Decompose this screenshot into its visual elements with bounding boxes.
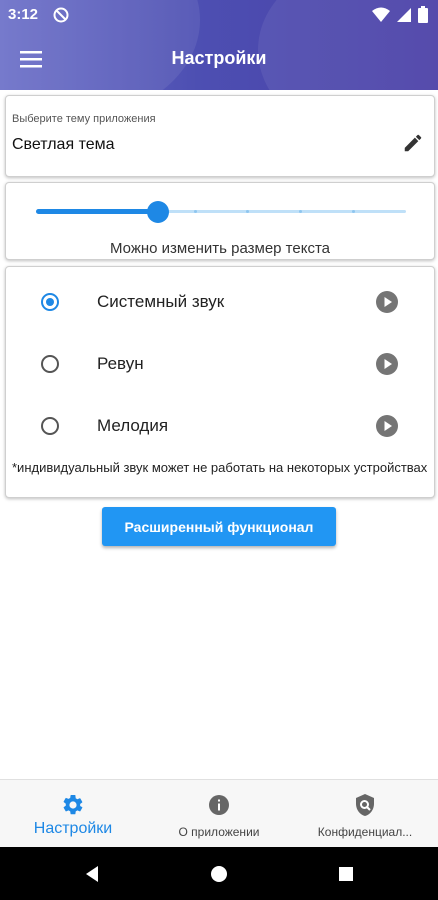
nav-label: О приложении (178, 825, 260, 839)
nav-item-about[interactable]: О приложении (146, 780, 292, 848)
sound-option-melody[interactable]: Мелодия (6, 409, 434, 449)
page-title: Настройки (171, 48, 267, 68)
nav-label: Настройки (33, 820, 113, 837)
sound-label: Ревун (97, 354, 144, 373)
status-bar: 3:12 (0, 0, 438, 30)
play-icon[interactable] (375, 414, 399, 438)
status-time: 3:12 (8, 6, 39, 23)
sound-option-revun[interactable]: Ревун (6, 347, 434, 387)
sound-label: Мелодия (97, 416, 169, 435)
nav-item-privacy[interactable]: Конфиденциал... (292, 780, 438, 848)
sound-option-system[interactable]: Системный звук (6, 285, 434, 325)
privacy-shield-icon (356, 794, 374, 816)
theme-value: Светлая тема (12, 136, 115, 153)
gear-icon (63, 794, 83, 815)
slider-step-dot (193, 210, 197, 213)
radio-button[interactable] (41, 417, 59, 435)
battery-icon (418, 6, 428, 23)
theme-label: Выберите тему приложения (12, 113, 156, 125)
slider-thumb[interactable] (147, 201, 170, 223)
system-navigation-bar (0, 847, 438, 900)
sound-note: *индивидуальный звук может не работать н… (12, 460, 428, 475)
nav-item-settings[interactable]: Настройки (0, 780, 146, 848)
advanced-features-button[interactable]: Расширенный функционал (102, 507, 336, 546)
text-size-card: Можно изменить размер текста (5, 182, 435, 260)
theme-selector[interactable]: Выберите тему приложения Светлая тема (5, 95, 435, 177)
wifi-icon (372, 7, 390, 22)
bottom-navigation: Настройки О приложении Конфиденциал... (0, 779, 438, 848)
sound-label: Системный звук (97, 292, 225, 311)
play-icon[interactable] (375, 352, 399, 376)
text-size-slider[interactable] (36, 201, 406, 223)
text-size-caption: Можно изменить размер текста (110, 240, 330, 257)
nav-label: Конфиденциал... (317, 825, 413, 839)
sound-options-card: Системный звук Ревун Мелодия *индивидуал… (5, 266, 435, 498)
slider-fill (36, 209, 159, 214)
radio-button[interactable] (41, 355, 59, 373)
edit-icon[interactable] (402, 132, 424, 154)
signal-icon (397, 7, 411, 22)
home-icon[interactable] (209, 864, 229, 884)
recents-icon[interactable] (336, 864, 356, 884)
radio-button[interactable] (41, 293, 59, 311)
back-icon[interactable] (82, 864, 102, 884)
info-icon (209, 795, 229, 815)
play-icon[interactable] (375, 290, 399, 314)
do-not-disturb-icon (53, 7, 69, 23)
app-header: 3:12 Настройки (0, 0, 438, 90)
